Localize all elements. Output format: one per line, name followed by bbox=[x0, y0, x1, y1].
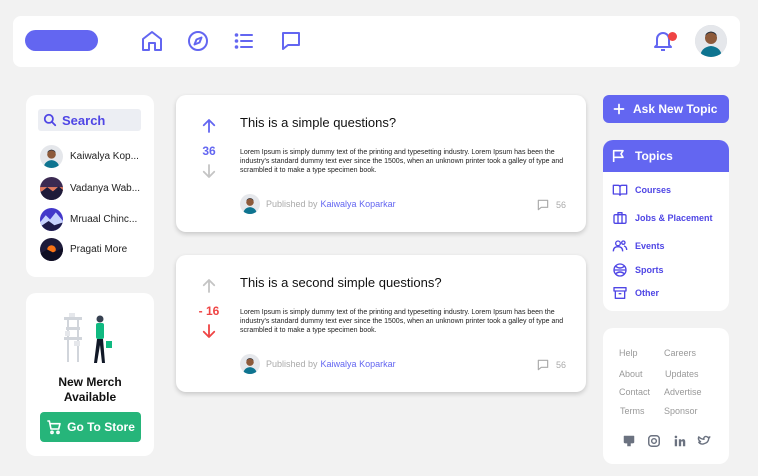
cart-icon bbox=[47, 420, 61, 435]
comment-number: 56 bbox=[556, 360, 567, 370]
question-body: Lorem Ipsum is simply dummy text of the … bbox=[240, 309, 564, 334]
ask-new-topic-button[interactable]: Ask New Topic bbox=[603, 95, 729, 123]
footer-link[interactable]: Contact bbox=[619, 387, 650, 397]
user-item[interactable]: Mruaal Chinc... bbox=[40, 208, 137, 231]
merch-illustration bbox=[64, 313, 112, 363]
chat-icon[interactable] bbox=[279, 29, 303, 53]
comment-icon bbox=[537, 359, 549, 371]
downvote-icon[interactable] bbox=[200, 162, 218, 180]
comment-count[interactable]: 56 bbox=[536, 198, 566, 212]
topic-label: Courses bbox=[635, 185, 672, 195]
user-item[interactable]: Vadanya Wab... bbox=[40, 177, 140, 200]
go-to-store-button[interactable]: Go To Store bbox=[40, 412, 141, 442]
footer-link[interactable]: Updates bbox=[665, 369, 699, 379]
avatar[interactable] bbox=[695, 25, 727, 57]
list-icon[interactable] bbox=[232, 29, 256, 53]
book-icon bbox=[612, 184, 628, 196]
user-name: Pragati More bbox=[70, 244, 128, 255]
topic-label: Other bbox=[635, 288, 660, 298]
merch-title: New Merch Available bbox=[26, 375, 154, 405]
vote-control: - 16 bbox=[198, 277, 220, 345]
comment-number: 56 bbox=[556, 200, 567, 210]
plus-icon bbox=[613, 103, 625, 115]
topic-courses[interactable]: Courses bbox=[612, 182, 671, 198]
upvote-icon[interactable] bbox=[200, 277, 218, 295]
github-icon[interactable] bbox=[622, 434, 636, 448]
vote-count: 36 bbox=[202, 144, 216, 158]
topic-events[interactable]: Events bbox=[612, 238, 665, 254]
home-icon[interactable] bbox=[140, 29, 164, 53]
people-icon bbox=[612, 240, 628, 252]
avatar bbox=[40, 208, 63, 231]
compass-icon[interactable] bbox=[186, 29, 210, 53]
footer-link[interactable]: Careers bbox=[664, 348, 696, 358]
notification-dot bbox=[668, 32, 677, 41]
merch-panel: New Merch Available Go To Store bbox=[26, 293, 154, 456]
logo[interactable] bbox=[25, 30, 98, 51]
question-meta: Published by Kaiwalya Koparkar bbox=[240, 354, 396, 374]
question-body: Lorem Ipsum is simply dummy text of the … bbox=[240, 149, 564, 174]
footer-panel: Help Careers About Updates Contact Adver… bbox=[603, 328, 729, 464]
upvote-icon[interactable] bbox=[200, 117, 218, 135]
top-navbar bbox=[13, 16, 740, 67]
merch-title-line: New Merch bbox=[58, 375, 122, 389]
search-icon bbox=[43, 113, 57, 127]
topic-other[interactable]: Other bbox=[612, 285, 659, 301]
footer-link[interactable]: Terms bbox=[620, 406, 645, 416]
avatar bbox=[40, 145, 63, 168]
ball-icon bbox=[613, 263, 627, 277]
archive-icon bbox=[613, 287, 627, 299]
avatar bbox=[240, 354, 260, 374]
flag-icon bbox=[612, 149, 624, 162]
downvote-icon[interactable] bbox=[200, 322, 218, 340]
topic-label: Jobs & Placement bbox=[635, 213, 713, 223]
store-button-label: Go To Store bbox=[67, 420, 135, 434]
comment-icon bbox=[537, 199, 549, 211]
topic-label: Events bbox=[635, 241, 665, 251]
question-card: - 16 This is a second simple questions? … bbox=[176, 255, 586, 392]
topic-label: Sports bbox=[635, 265, 664, 275]
linkedin-icon[interactable] bbox=[673, 434, 687, 448]
avatar bbox=[40, 238, 63, 261]
vote-control: 36 bbox=[198, 117, 220, 185]
instagram-icon[interactable] bbox=[647, 434, 661, 448]
comment-count[interactable]: 56 bbox=[536, 358, 566, 372]
search-label: Search bbox=[62, 112, 106, 128]
briefcase-icon bbox=[613, 212, 627, 224]
question-card: 36 This is a simple questions? Lorem Ips… bbox=[176, 95, 586, 232]
vote-count: - 16 bbox=[198, 304, 220, 318]
avatar bbox=[240, 194, 260, 214]
footer-link[interactable]: Advertise bbox=[664, 387, 702, 397]
topic-sports[interactable]: Sports bbox=[612, 262, 664, 278]
footer-link[interactable]: Help bbox=[619, 348, 638, 358]
twitter-icon[interactable] bbox=[697, 434, 711, 448]
search-input[interactable]: Search bbox=[38, 109, 141, 131]
topic-jobs[interactable]: Jobs & Placement bbox=[612, 210, 713, 226]
topics-header: Topics bbox=[603, 140, 729, 172]
ask-button-label: Ask New Topic bbox=[633, 102, 718, 116]
footer-link[interactable]: Sponsor bbox=[664, 406, 698, 416]
question-meta: Published by Kaiwalya Koparkar bbox=[240, 194, 396, 214]
question-title[interactable]: This is a simple questions? bbox=[240, 115, 396, 130]
author-link[interactable]: Kaiwalya Koparkar bbox=[321, 199, 396, 209]
footer-link[interactable]: About bbox=[619, 369, 643, 379]
published-label: Published by bbox=[266, 359, 318, 369]
author-link[interactable]: Kaiwalya Koparkar bbox=[321, 359, 396, 369]
topics-heading: Topics bbox=[635, 149, 673, 163]
user-name: Kaiwalya Kop... bbox=[70, 151, 139, 162]
published-label: Published by bbox=[266, 199, 318, 209]
people-panel: Search Kaiwalya Kop... Vadanya Wab... Mr… bbox=[26, 95, 154, 277]
merch-title-line: Available bbox=[63, 390, 117, 404]
user-item[interactable]: Pragati More bbox=[40, 238, 127, 261]
topics-panel: Topics Courses Jobs & Placement Events S… bbox=[603, 140, 729, 311]
avatar bbox=[40, 177, 63, 200]
user-name: Vadanya Wab... bbox=[70, 183, 141, 194]
question-title[interactable]: This is a second simple questions? bbox=[240, 275, 442, 290]
user-item[interactable]: Kaiwalya Kop... bbox=[40, 145, 139, 168]
user-name: Mruaal Chinc... bbox=[70, 214, 138, 225]
